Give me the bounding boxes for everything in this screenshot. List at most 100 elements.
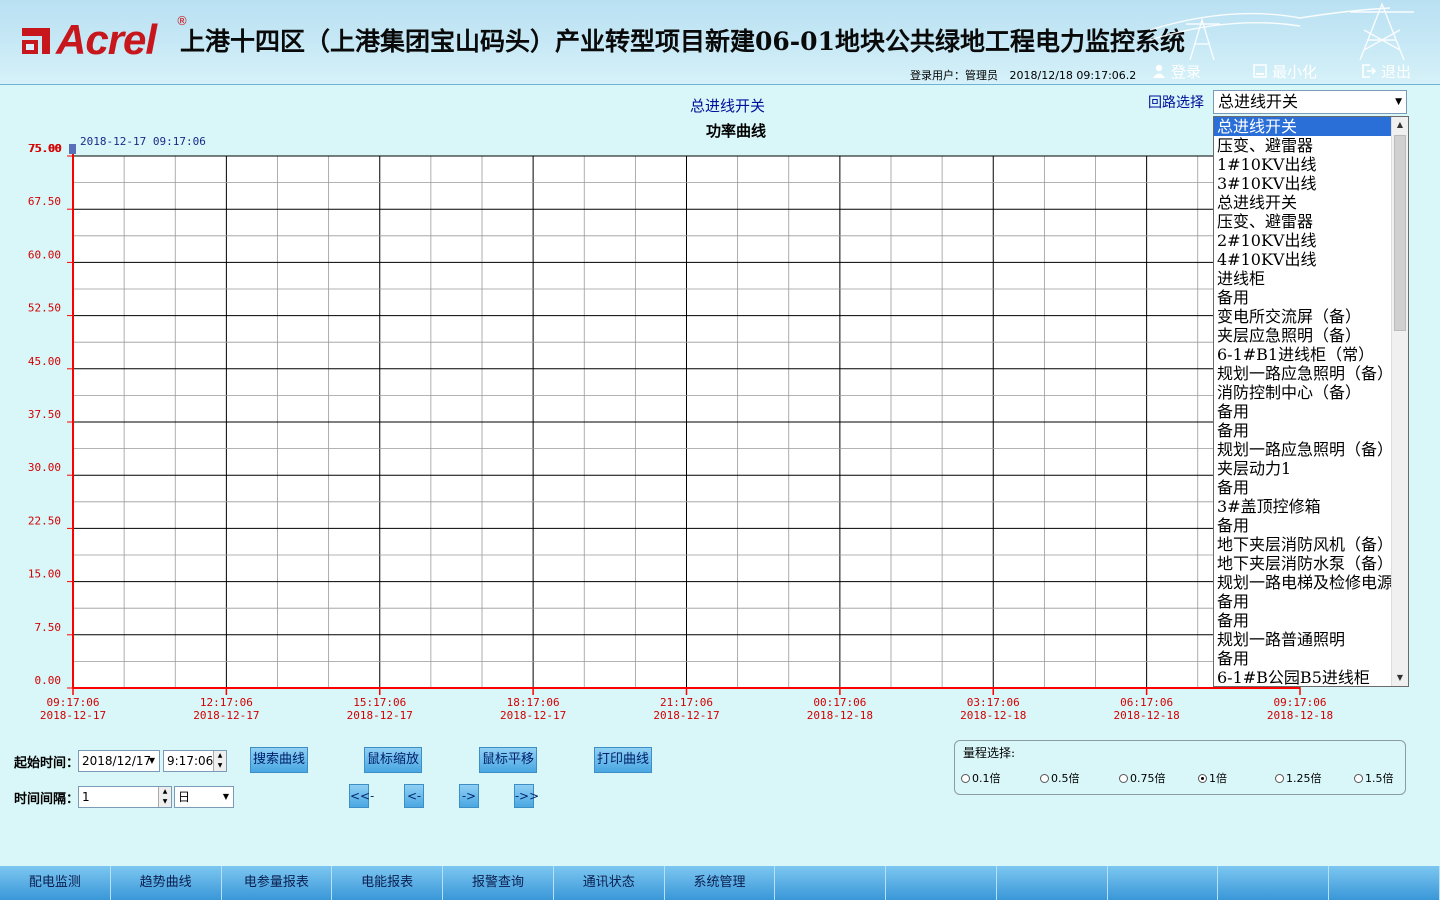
- x-tick-date-label: 2018-12-18: [1114, 709, 1180, 722]
- circuit-option[interactable]: 备用: [1214, 611, 1392, 630]
- circuit-option[interactable]: 备用: [1214, 649, 1392, 668]
- logout-button[interactable]: 退出: [1362, 61, 1411, 81]
- spin-up-icon[interactable]: ▲: [159, 787, 171, 797]
- login-button[interactable]: 登录: [1152, 61, 1201, 81]
- circuit-option[interactable]: 备用: [1214, 421, 1392, 440]
- circuit-option[interactable]: 3#盖顶控修箱: [1214, 497, 1392, 516]
- y-tick-label: 37.50: [28, 408, 61, 421]
- circuit-option[interactable]: 备用: [1214, 478, 1392, 497]
- first-page-button[interactable]: <<-: [349, 784, 374, 808]
- range-radio[interactable]: 0.75倍: [1119, 770, 1166, 786]
- circuit-option[interactable]: 压变、避雷器: [1214, 136, 1392, 155]
- cursor-marker[interactable]: [69, 144, 76, 154]
- circuit-option[interactable]: 6-1#B1进线柜（常）: [1214, 345, 1392, 364]
- circuit-option[interactable]: 3#10KV出线: [1214, 174, 1392, 193]
- circuit-option[interactable]: 规划一路电梯及检修电源: [1214, 573, 1392, 592]
- interval-stepper[interactable]: 1 ▲ ▼: [78, 786, 172, 808]
- range-radio[interactable]: 0.5倍: [1040, 770, 1080, 786]
- spin-up-icon[interactable]: ▲: [214, 751, 226, 761]
- chart-circuit-name: 总进线开关: [690, 97, 766, 115]
- mouse-zoom-button[interactable]: 鼠标缩放: [364, 747, 422, 773]
- scroll-down-icon[interactable]: ▼: [1392, 670, 1408, 686]
- x-tick-date-label: 2018-12-17: [347, 709, 413, 722]
- radio-circle-icon[interactable]: [1275, 773, 1284, 783]
- circuit-select[interactable]: 总进线开关 ▼: [1213, 90, 1407, 114]
- mouse-pan-button[interactable]: 鼠标平移: [479, 747, 537, 773]
- radio-circle-icon[interactable]: [961, 773, 970, 783]
- current-user: 登录用户：管理员: [910, 69, 998, 82]
- range-radio[interactable]: 0.1倍: [961, 770, 1001, 786]
- x-tick-date-label: 2018-12-17: [193, 709, 259, 722]
- circuit-option[interactable]: 夹层应急照明（备）: [1214, 326, 1392, 345]
- circuit-option[interactable]: 夹层动力1: [1214, 459, 1392, 478]
- radio-circle-icon[interactable]: [1354, 773, 1363, 783]
- circuit-option[interactable]: 地下夹层消防风机（备）: [1214, 535, 1392, 554]
- y-top-label: 75.00: [29, 142, 62, 155]
- circuit-option[interactable]: 备用: [1214, 288, 1392, 307]
- circuit-option[interactable]: 规划一路应急照明（备）: [1214, 364, 1392, 383]
- nav-tab[interactable]: [1108, 866, 1219, 900]
- circuit-option[interactable]: 2#10KV出线: [1214, 231, 1392, 250]
- scroll-thumb[interactable]: [1394, 135, 1406, 331]
- x-tick-date-label: 2018-12-18: [1267, 709, 1333, 722]
- circuit-option[interactable]: 变电所交流屏（备）: [1214, 307, 1392, 326]
- nav-tab[interactable]: 电参量报表: [222, 866, 333, 900]
- circuit-option[interactable]: 地下夹层消防水泵（备）: [1214, 554, 1392, 573]
- circuit-dropdown-list[interactable]: 总进线开关 压变、避雷器 1#10KV出线 3#10KV出线 总进线开关 压变、避雷器 2#…: [1213, 116, 1409, 687]
- interval-value: 1: [82, 790, 90, 804]
- start-time-stepper[interactable]: 9:17:06 ▲ ▼: [163, 750, 227, 772]
- start-time-value: 9:17:06: [167, 754, 214, 768]
- nav-tab[interactable]: [1218, 866, 1330, 900]
- minimize-button[interactable]: 最小化: [1253, 61, 1317, 81]
- interval-spin-buttons[interactable]: ▲ ▼: [158, 787, 171, 807]
- last-page-button[interactable]: ->>: [514, 784, 539, 808]
- circuit-option[interactable]: 压变、避雷器: [1214, 212, 1392, 231]
- scroll-up-icon[interactable]: ▲: [1392, 117, 1408, 133]
- nav-tab[interactable]: 电能报表: [332, 866, 444, 900]
- x-tick-time-label: 09:17:06: [1274, 696, 1327, 709]
- circuit-option[interactable]: 进线柜: [1214, 269, 1392, 288]
- x-tick-date-label: 2018-12-18: [960, 709, 1026, 722]
- circuit-option[interactable]: 备用: [1214, 592, 1392, 611]
- previous-button[interactable]: <-: [404, 784, 424, 808]
- circuit-option[interactable]: 备用: [1214, 402, 1392, 421]
- nav-tab[interactable]: 配电监测: [0, 866, 111, 900]
- x-tick-time-label: 09:17:06: [47, 696, 100, 709]
- radio-circle-icon[interactable]: [1040, 773, 1049, 783]
- start-date-picker[interactable]: 2018/12/17 ▼: [78, 750, 160, 772]
- radio-circle-icon[interactable]: [1119, 773, 1128, 783]
- time-spin-buttons[interactable]: ▲ ▼: [213, 751, 226, 771]
- x-tick-time-label: 21:17:06: [660, 696, 713, 709]
- nav-tab[interactable]: [1329, 866, 1440, 900]
- circuit-option[interactable]: 规划一路普通照明: [1214, 630, 1392, 649]
- interval-unit-select[interactable]: 日 ▼: [174, 786, 234, 808]
- circuit-option[interactable]: 规划一路应急照明（备）: [1214, 440, 1392, 459]
- x-tick-time-label: 18:17:06: [507, 696, 560, 709]
- circuit-option[interactable]: 总进线开关: [1214, 193, 1392, 212]
- print-curve-button[interactable]: 打印曲线: [594, 747, 652, 773]
- circuit-option[interactable]: 4#10KV出线: [1214, 250, 1392, 269]
- circuit-option[interactable]: 6-1#B公园B5进线柜: [1214, 668, 1392, 686]
- nav-tab[interactable]: 系统管理: [665, 866, 776, 900]
- spin-down-icon[interactable]: ▼: [159, 797, 171, 807]
- nav-tab[interactable]: [997, 866, 1108, 900]
- dropdown-scrollbar[interactable]: ▲ ▼: [1391, 117, 1408, 686]
- range-radio[interactable]: 1.5倍: [1354, 770, 1394, 786]
- nav-tab[interactable]: 通讯状态: [554, 866, 665, 900]
- search-curve-button[interactable]: 搜索曲线: [250, 747, 308, 773]
- x-tick-time-label: 03:17:06: [967, 696, 1020, 709]
- radio-circle-icon[interactable]: [1198, 773, 1207, 783]
- next-button[interactable]: ->: [459, 784, 479, 808]
- nav-tab[interactable]: [886, 866, 997, 900]
- circuit-option[interactable]: 消防控制中心（备）: [1214, 383, 1392, 402]
- spin-down-icon[interactable]: ▼: [214, 761, 226, 771]
- range-radio[interactable]: 1.25倍: [1275, 770, 1322, 786]
- circuit-option[interactable]: 总进线开关: [1214, 117, 1392, 136]
- range-radio[interactable]: 1倍: [1198, 770, 1227, 786]
- nav-tab[interactable]: 报警查询: [443, 866, 554, 900]
- circuit-option[interactable]: 1#10KV出线: [1214, 155, 1392, 174]
- circuit-option[interactable]: 备用: [1214, 516, 1392, 535]
- nav-tab[interactable]: [775, 866, 887, 900]
- nav-tab[interactable]: 趋势曲线: [111, 866, 222, 900]
- range-label: 量程选择:: [963, 746, 1016, 760]
